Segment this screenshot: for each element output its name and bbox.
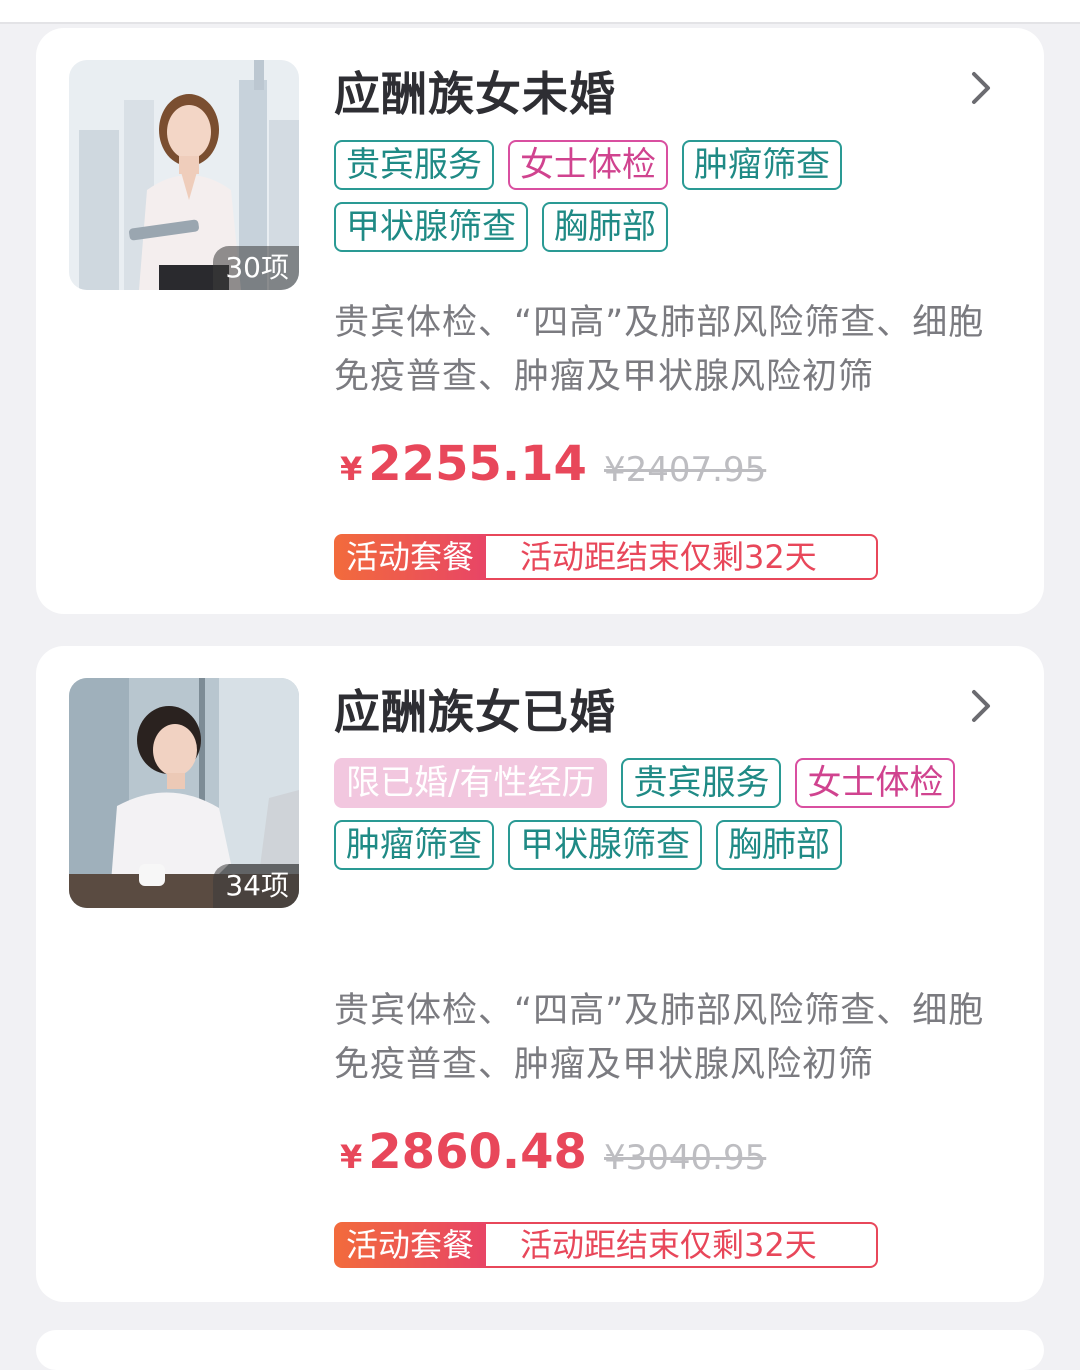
price-value: 2860.48 [368,1124,587,1180]
tag-chest-lung: 胸肺部 [716,820,842,870]
package-thumbnail: 34项 [69,678,299,908]
currency-symbol: ¥ [340,450,363,488]
chevron-right-icon[interactable] [966,686,996,726]
current-price: ¥2860.48 [340,1124,587,1180]
tag-vip-service: 贵宾服务 [334,140,494,190]
package-description: 贵宾体检、“四高”及肺部风险筛查、细胞免疫普查、肿瘤及甲状腺风险初筛 [334,991,985,1085]
package-thumbnail: 30项 [69,60,299,290]
tag-female-checkup: 女士体检 [508,140,668,190]
item-count-badge: 30项 [213,246,299,290]
promo-label: 活动套餐 [334,534,487,580]
package-title: 应酬族女未婚 [334,67,616,121]
item-count-badge: 34项 [213,864,299,908]
promo-countdown: 活动距结束仅剩32天 [486,1222,879,1268]
tag-list: 贵宾服务 女士体检 肿瘤筛查 甲状腺筛查 胸肺部 [334,140,994,252]
tag-female-checkup: 女士体检 [795,758,956,808]
price-value: 2255.14 [368,436,587,492]
original-price: ¥3040.95 [604,1138,767,1178]
promo-banner: 活动套餐 活动距结束仅剩32天 [334,534,879,580]
current-price: ¥2255.14 [340,436,587,492]
promo-banner: 活动套餐 活动距结束仅剩32天 [334,1222,879,1268]
package-card-partial[interactable] [36,1330,1044,1370]
original-price: ¥2407.95 [604,450,767,490]
package-title: 应酬族女已婚 [334,685,616,739]
tag-list: 限已婚/有性经历 贵宾服务 女士体检 肿瘤筛查 甲状腺筛查 胸肺部 [334,758,994,870]
package-card[interactable]: 34项 应酬族女已婚 限已婚/有性经历 贵宾服务 女士体检 肿瘤筛查 甲状腺筛查… [36,646,1044,1302]
promo-countdown: 活动距结束仅剩32天 [486,534,879,580]
promo-label: 活动套餐 [334,1222,487,1268]
tag-tumor-screening: 肿瘤筛查 [334,820,494,870]
package-description: 贵宾体检、“四高”及肺部风险筛查、细胞免疫普查、肿瘤及甲状腺风险初筛 [334,303,985,397]
package-card[interactable]: 30项 应酬族女未婚 贵宾服务 女士体检 肿瘤筛查 甲状腺筛查 胸肺部 贵宾体检… [36,28,1044,614]
top-bar [0,0,1080,24]
tag-tumor-screening: 肿瘤筛查 [682,140,842,190]
tag-chest-lung: 胸肺部 [542,202,668,252]
tag-thyroid-screening: 甲状腺筛查 [334,202,528,252]
currency-symbol: ¥ [340,1138,363,1176]
tag-thyroid-screening: 甲状腺筛查 [508,820,702,870]
tag-vip-service: 贵宾服务 [621,758,782,808]
chevron-right-icon[interactable] [966,68,996,108]
tag-married-only: 限已婚/有性经历 [334,758,608,808]
